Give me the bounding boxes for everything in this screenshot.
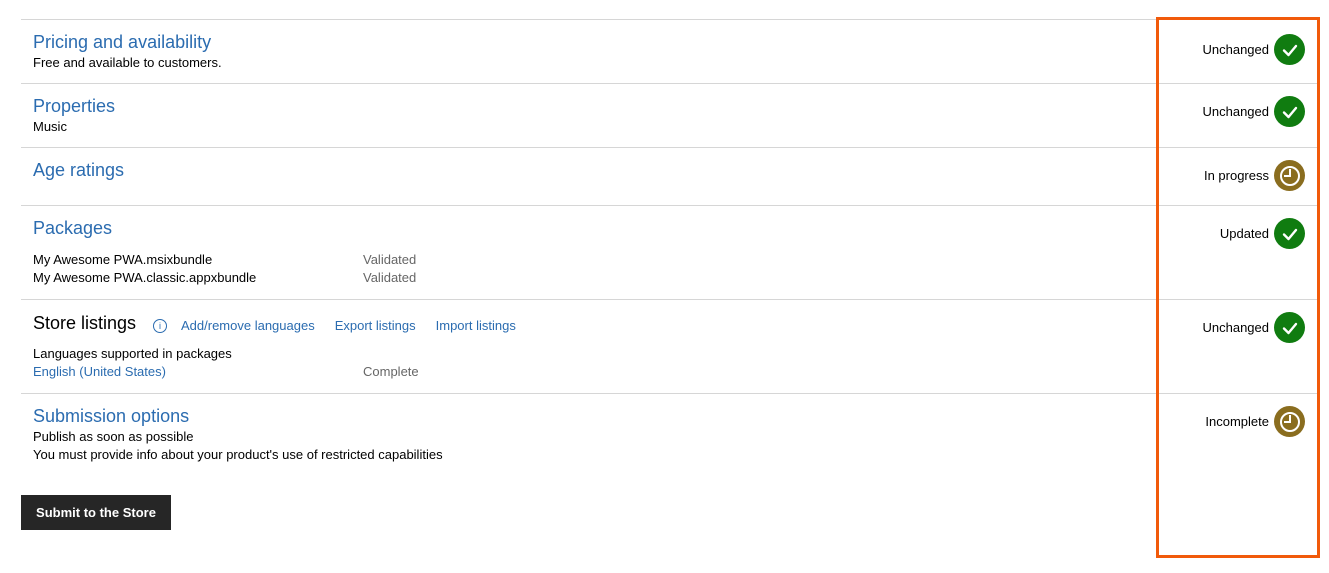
properties-status: Unchanged xyxy=(1202,96,1305,127)
checkmark-icon xyxy=(1274,96,1305,127)
section-packages: Packages My Awesome PWA.msixbundle Valid… xyxy=(21,206,1320,299)
pricing-status: Unchanged xyxy=(1202,34,1305,65)
status-text: Unchanged xyxy=(1202,320,1270,335)
status-text: Unchanged xyxy=(1202,104,1270,119)
language-link[interactable]: English (United States) xyxy=(33,364,166,379)
packages-status: Updated xyxy=(1220,218,1305,249)
package-state: Validated xyxy=(363,270,417,285)
properties-title-link[interactable]: Properties xyxy=(33,96,115,117)
checkmark-icon xyxy=(1274,312,1305,343)
status-text: Incomplete xyxy=(1205,414,1269,429)
submit-to-store-button[interactable]: Submit to the Store xyxy=(21,495,171,530)
package-state: Validated xyxy=(363,252,417,267)
submission-line: Publish as soon as possible xyxy=(33,429,194,444)
store-listings-toolbar: i Add/remove languages Export listings I… xyxy=(153,318,516,333)
section-submission-options: Submission options Publish as soon as po… xyxy=(21,394,1320,474)
export-listings-link[interactable]: Export listings xyxy=(335,318,416,333)
properties-subtitle: Music xyxy=(33,119,67,134)
packages-title-link[interactable]: Packages xyxy=(33,218,112,239)
age-ratings-title-link[interactable]: Age ratings xyxy=(33,160,124,181)
status-text: Unchanged xyxy=(1202,42,1270,57)
package-name: My Awesome PWA.classic.appxbundle xyxy=(33,270,257,285)
store-listings-status: Unchanged xyxy=(1202,312,1305,343)
package-name: My Awesome PWA.msixbundle xyxy=(33,252,213,267)
clock-progress-icon xyxy=(1274,406,1305,437)
clock-progress-icon xyxy=(1274,160,1305,191)
section-pricing: Pricing and availability Free and availa… xyxy=(21,20,1320,83)
import-listings-link[interactable]: Import listings xyxy=(436,318,516,333)
pricing-title-link[interactable]: Pricing and availability xyxy=(33,32,211,53)
age-ratings-status: In progress xyxy=(1204,160,1305,191)
status-text: In progress xyxy=(1203,168,1269,183)
submission-options-status: Incomplete xyxy=(1205,406,1305,437)
checkmark-icon xyxy=(1274,218,1305,249)
section-properties: Properties Music Unchanged xyxy=(21,84,1320,147)
store-listings-title: Store listings xyxy=(33,313,137,333)
languages-label: Languages supported in packages xyxy=(33,346,232,361)
submission-options-title-link[interactable]: Submission options xyxy=(33,406,189,427)
submission-warning: You must provide info about your product… xyxy=(33,447,443,462)
section-age-ratings: Age ratings In progress xyxy=(21,148,1320,205)
checkmark-icon xyxy=(1274,34,1305,65)
language-state: Complete xyxy=(363,364,419,379)
section-store-listings: Store listings i Add/remove languages Ex… xyxy=(21,300,1320,393)
status-text: Updated xyxy=(1219,226,1269,241)
info-icon[interactable]: i xyxy=(153,318,167,333)
pricing-subtitle: Free and available to customers. xyxy=(33,55,222,70)
add-remove-languages-link[interactable]: Add/remove languages xyxy=(181,318,315,333)
